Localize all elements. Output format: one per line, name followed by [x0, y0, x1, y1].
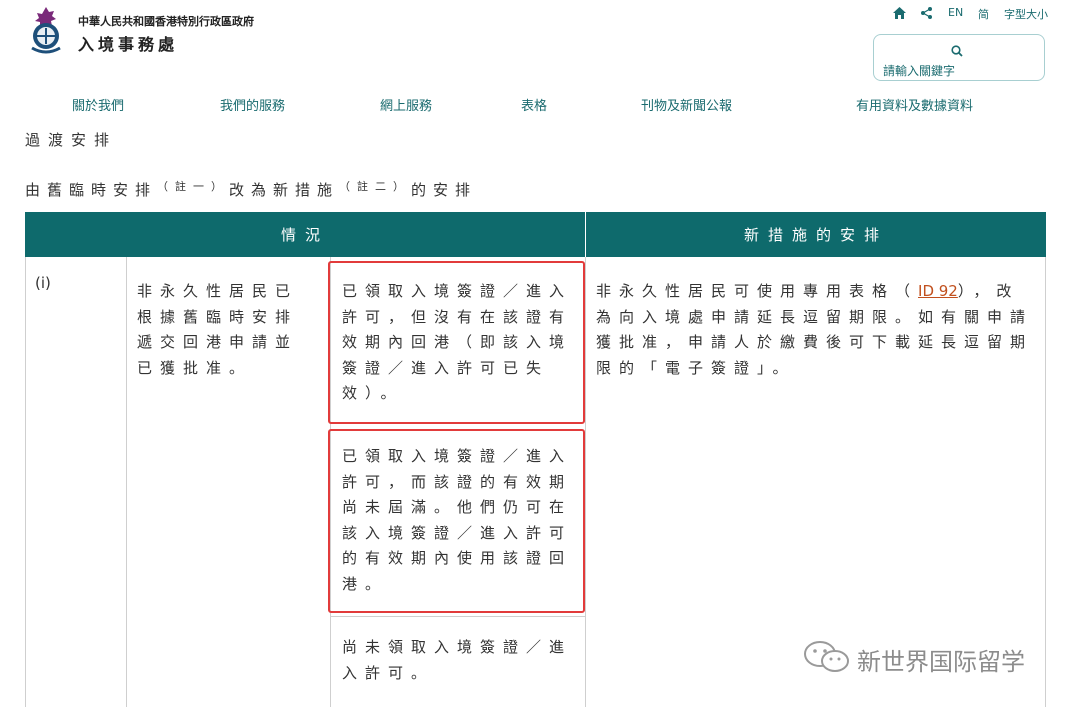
- table-divider-1: [126, 257, 127, 707]
- subcase-divider: [330, 616, 585, 617]
- wechat-icon: [803, 640, 851, 678]
- watermark-text: 新世界国际留学: [857, 648, 1025, 676]
- nav-item-about[interactable]: 關於我們: [72, 95, 124, 114]
- nav-item-eservices[interactable]: 網上服務: [380, 95, 432, 114]
- search-input[interactable]: 請輸入關鍵字: [883, 62, 955, 79]
- nav-item-publications[interactable]: 刊物及新聞公報: [641, 95, 732, 114]
- nav-item-useful-info[interactable]: 有用資料及數據資料: [856, 95, 973, 114]
- nav-item-services[interactable]: 我們的服務: [220, 95, 285, 114]
- government-name: 中華人民共和國香港特別行政區政府: [78, 15, 254, 28]
- row-arrangement: 非永久性居民可使用專用表格（ID 92），改為向入境處申請延長逗留期限。如有關申…: [596, 282, 1034, 377]
- page-title: 過渡安排: [25, 131, 118, 149]
- nav-item-forms[interactable]: 表格: [521, 95, 547, 114]
- header-situation: 情況: [25, 212, 585, 257]
- section-subtitle: 由舊臨時安排（註一）改為新措施（註二）的安排: [25, 180, 478, 199]
- table-border-right: [1045, 257, 1046, 707]
- home-icon[interactable]: [893, 7, 906, 19]
- font-size-link[interactable]: 字型大小: [1004, 6, 1048, 22]
- subcase-not-collected: 尚未領取入境簽證／進入許可。: [342, 638, 573, 682]
- lang-simplified-link[interactable]: 简: [978, 6, 989, 22]
- table-border-left: [25, 257, 26, 707]
- department-name[interactable]: 入境事務處: [78, 31, 178, 55]
- subcase-expired: 已領取入境簽證／進入許可，但沒有在該證有效期內回港（即該入境簽證／進入許可已失效…: [342, 282, 573, 402]
- immd-logo[interactable]: [27, 6, 65, 54]
- row-condition: 非永久性居民已根據舊臨時安排遞交回港申請並已獲批准。: [137, 282, 299, 377]
- search-icon[interactable]: [951, 42, 963, 61]
- header-arrangement: 新措施的安排: [586, 212, 1046, 257]
- table-divider-3: [585, 257, 586, 707]
- row-index: (i): [35, 274, 51, 292]
- form-id92-link[interactable]: ID 92: [918, 282, 958, 300]
- share-icon[interactable]: [921, 7, 932, 19]
- subcase-valid: 已領取入境簽證／進入許可，而該證的有效期尚未屆滿。他們仍可在該入境簽證／進入許可…: [342, 447, 573, 593]
- lang-en-link[interactable]: EN: [948, 6, 963, 19]
